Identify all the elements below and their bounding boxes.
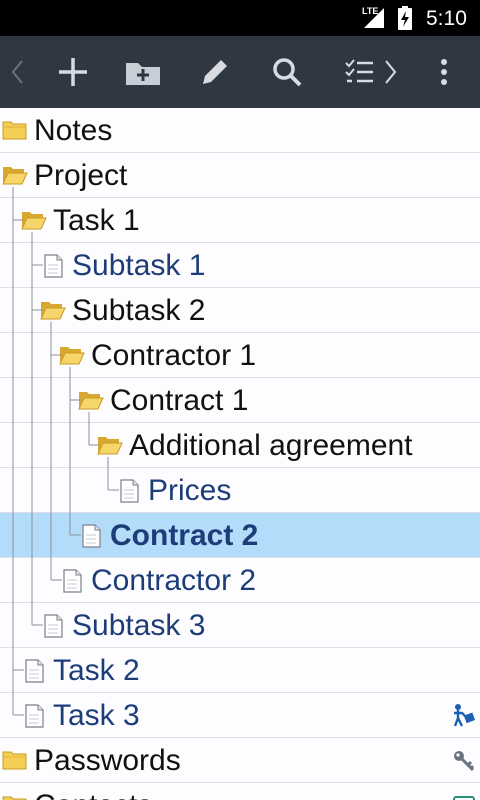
more-icon <box>441 59 447 85</box>
task-delegate-icon <box>453 704 476 727</box>
note-icon-wrapper <box>62 569 82 598</box>
note-icon-wrapper <box>43 614 63 643</box>
folder-open-icon <box>97 437 123 455</box>
note-icon-wrapper <box>24 704 44 733</box>
edit-button[interactable] <box>192 36 238 108</box>
contacts-card-icon-button[interactable] <box>452 793 476 800</box>
forward-button[interactable] <box>380 36 402 108</box>
tree-folder-row[interactable]: Task 1 <box>0 198 480 243</box>
tree-item-label: Contractor 1 <box>91 339 257 372</box>
tree-item-label: Prices <box>148 474 232 507</box>
search-button[interactable] <box>264 36 310 108</box>
toolbar <box>0 36 480 108</box>
tree-folder-row[interactable]: Additional agreement <box>0 423 480 468</box>
tree-item-label: Contract 1 <box>110 384 249 417</box>
key-icon <box>454 751 475 772</box>
search-icon <box>273 58 302 87</box>
note-icon <box>25 704 44 728</box>
tree-item-label: Contractor 2 <box>91 564 257 597</box>
back-icon <box>11 60 23 84</box>
folder-icon-wrapper <box>2 119 28 146</box>
battery-charging-icon <box>398 6 412 30</box>
note-icon <box>25 659 44 683</box>
tree-note-row[interactable]: Task 3 <box>0 693 480 738</box>
tree-note-row[interactable]: Prices <box>0 468 480 513</box>
tree-item-label: Additional agreement <box>129 429 413 462</box>
tree-item-label: Contract 2 <box>110 519 259 552</box>
note-icon <box>63 569 82 593</box>
clock: 5:10 <box>426 7 467 30</box>
note-icon-wrapper <box>81 524 101 553</box>
tree-item-label: Passwords <box>34 744 181 777</box>
folder-icon-wrapper <box>97 434 123 461</box>
tree-item-label: Contacts <box>34 790 152 800</box>
checklist-icon <box>345 59 373 83</box>
contacts-card-icon <box>453 796 475 800</box>
note-icon <box>82 524 101 548</box>
tree-item-label: Notes <box>34 114 113 147</box>
tree-item-label: Task 3 <box>53 699 140 732</box>
note-icon-wrapper <box>119 479 139 508</box>
forward-icon <box>385 60 397 84</box>
folder-icon-wrapper <box>78 389 104 416</box>
add-folder-button[interactable] <box>120 36 166 108</box>
network-type: LTE <box>362 6 379 16</box>
folder-icon-wrapper <box>2 794 28 800</box>
note-icon-wrapper <box>24 659 44 688</box>
tree-item-label: Project <box>34 159 128 192</box>
folder-icon-wrapper <box>2 164 28 191</box>
more-button[interactable] <box>426 36 462 108</box>
tree-folder-row[interactable]: Notes <box>0 108 480 153</box>
folder-icon-wrapper <box>2 749 28 776</box>
tree-note-row[interactable]: Contractor 2 <box>0 558 480 603</box>
tree-folder-row[interactable]: Project <box>0 153 480 198</box>
folder-icon-wrapper <box>40 299 66 326</box>
folder-open-icon <box>78 392 104 410</box>
folder-icon-wrapper <box>21 209 47 236</box>
folder-icon <box>2 121 27 140</box>
back-button[interactable] <box>0 36 34 108</box>
tree-folder-row[interactable]: Contractor 1 <box>0 333 480 378</box>
add-button[interactable] <box>50 36 96 108</box>
tree-item-label: Task 2 <box>53 654 140 687</box>
key-icon-button[interactable] <box>452 748 476 777</box>
note-icon <box>44 254 63 278</box>
tree-item-label: Subtask 3 <box>72 609 206 642</box>
folder-icon-wrapper <box>59 344 85 371</box>
folder-open-icon <box>40 302 66 320</box>
tree-item-label: Task 1 <box>53 204 140 237</box>
add-icon <box>59 58 87 86</box>
folder-open-icon <box>2 167 28 185</box>
tree-note-row[interactable]: Subtask 1 <box>0 243 480 288</box>
checklist-button[interactable] <box>340 36 380 108</box>
tree-folder-row[interactable]: Contract 1 <box>0 378 480 423</box>
add-folder-icon <box>126 63 160 85</box>
tree-note-row[interactable]: Task 2 <box>0 648 480 693</box>
edit-icon <box>203 60 227 84</box>
note-icon <box>120 479 139 503</box>
tree-item-label: Subtask 2 <box>72 294 206 327</box>
tree-folder-row[interactable]: Passwords <box>0 738 480 783</box>
note-tree-list: Notes Project Task 1 Subtask 1 Subtask 2 Cont… <box>0 108 480 800</box>
folder-open-icon <box>21 212 47 230</box>
note-icon <box>44 614 63 638</box>
tree-note-row[interactable]: Contract 2 <box>0 513 480 558</box>
folder-icon <box>2 751 27 770</box>
tree-item-label: Subtask 1 <box>72 249 206 282</box>
tree-folder-row[interactable]: Subtask 2 <box>0 288 480 333</box>
note-icon-wrapper <box>43 254 63 283</box>
folder-icon <box>2 796 27 800</box>
tree-folder-row[interactable]: Contacts <box>0 783 480 800</box>
folder-open-icon <box>59 347 85 365</box>
tree-note-row[interactable]: Subtask 3 <box>0 603 480 648</box>
task-delegate-icon-button[interactable] <box>452 703 476 732</box>
status-bar: LTE 5:10 <box>0 0 480 36</box>
